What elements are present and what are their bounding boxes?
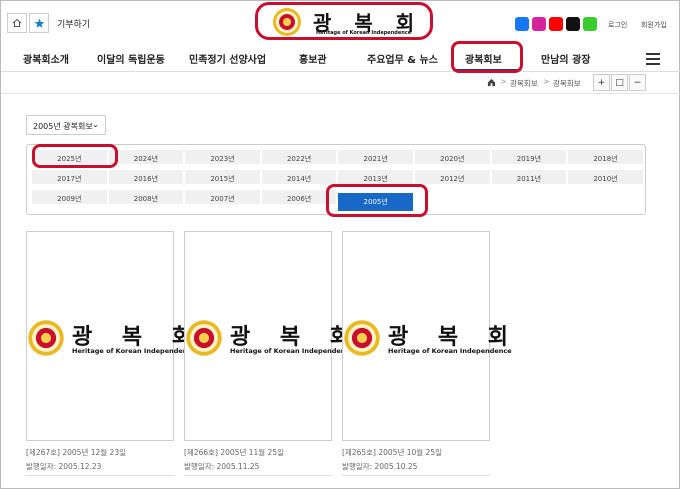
bulletin-card[interactable]: 광 복 회 Heritage of Korean Independence xyxy=(26,231,196,441)
youtube-icon[interactable] xyxy=(549,17,563,31)
site-logo[interactable]: 광 복 회 Heritage of Korean Independence xyxy=(255,2,433,40)
donate-link[interactable]: 기부하기 xyxy=(57,17,90,30)
zoom-out-button[interactable]: − xyxy=(629,74,646,91)
line-icon[interactable] xyxy=(583,17,597,31)
year-tab-2012[interactable]: 2012년 xyxy=(414,169,491,185)
login-link[interactable]: 로그인 xyxy=(608,20,627,30)
card-published-date: 발행일자: 2005.11.25 xyxy=(184,462,260,471)
year-tab-2019[interactable]: 2019년 xyxy=(490,149,568,165)
active-year-highlight-box xyxy=(326,184,428,217)
year-tab-2008[interactable]: 2008년 xyxy=(107,189,185,205)
year-tab-2011[interactable]: 2011년 xyxy=(490,169,568,185)
facebook-icon[interactable] xyxy=(515,17,529,31)
zoom-reset-button[interactable]: □ xyxy=(611,74,628,91)
star-icon xyxy=(34,18,44,28)
card-subtitle: Heritage of Korean Independence xyxy=(230,347,354,355)
year-select[interactable]: 2005년 광복회보 ⌄ xyxy=(26,115,106,135)
breadcrumb: > 광복회보 > 광복회보 + □ − xyxy=(1,72,680,94)
breadcrumb-current: 광복회보 xyxy=(553,79,581,88)
card-published-date: 발행일자: 2005.10.25 xyxy=(342,462,418,471)
home-icon[interactable] xyxy=(487,78,496,87)
year-select-value: 2005년 광복회보 xyxy=(33,122,93,131)
seal-icon xyxy=(28,320,64,356)
crumb-separator: > xyxy=(500,77,507,86)
nav-item-pr[interactable]: 홍보관 xyxy=(299,51,327,66)
home-button[interactable] xyxy=(7,13,27,33)
bulletin-card[interactable]: 광 복 회 Heritage of Korean Independence xyxy=(342,231,512,441)
card-published-date: 발행일자: 2005.12.23 xyxy=(26,462,102,471)
year-tab-2013[interactable]: 2013년 xyxy=(337,169,414,185)
bulletin-card[interactable]: 광 복 회 Heritage of Korean Independence xyxy=(184,231,354,441)
year-tab-2022[interactable]: 2022년 xyxy=(260,149,338,165)
seal-icon xyxy=(186,320,222,356)
crumb-separator: > xyxy=(543,77,550,86)
chevron-down-icon: ⌄ xyxy=(92,120,99,129)
year-tab-2016[interactable]: 2016년 xyxy=(107,169,185,185)
menu-icon[interactable] xyxy=(646,53,660,68)
main-nav: 광복회소개 이달의 독립운동 민족정기 선양사업 홍보관 주요업무 & 뉴스 광… xyxy=(1,45,680,72)
seal-icon xyxy=(273,8,301,36)
nav-highlight-box xyxy=(451,41,523,73)
card-divider xyxy=(342,475,490,476)
year-tab-2010[interactable]: 2010년 xyxy=(567,169,644,185)
home-icon xyxy=(12,18,22,27)
card-divider xyxy=(26,475,174,476)
card-issue[interactable]: [제265호] 2005년 10월 25일 xyxy=(342,447,442,458)
top-bar: 기부하기 광 복 회 Heritage of Korean Independen… xyxy=(1,1,680,45)
nav-item-monthly[interactable]: 이달의 독립운동 xyxy=(97,51,165,66)
year-tab-2015[interactable]: 2015년 xyxy=(184,169,261,185)
card-issue[interactable]: [제267호] 2005년 12월 23일 xyxy=(26,447,126,458)
card-issue[interactable]: [제266호] 2005년 11월 25일 xyxy=(184,447,284,458)
year-tab-2014[interactable]: 2014년 xyxy=(260,169,338,185)
nav-item-projects[interactable]: 민족정기 선양사업 xyxy=(189,51,266,66)
card-subtitle: Heritage of Korean Independence xyxy=(72,347,196,355)
year-highlight-box xyxy=(32,144,118,168)
year-tab-2017[interactable]: 2017년 xyxy=(31,169,108,185)
bookmark-button[interactable] xyxy=(29,13,49,33)
year-tab-2007[interactable]: 2007년 xyxy=(184,189,261,205)
card-divider xyxy=(184,475,332,476)
logo-subtitle: Heritage of Korean Independence xyxy=(316,30,412,36)
instagram-icon[interactable] xyxy=(532,17,546,31)
seal-icon xyxy=(344,320,380,356)
nav-item-plaza[interactable]: 만남의 광장 xyxy=(541,51,590,66)
year-tab-2020[interactable]: 2020년 xyxy=(414,149,491,165)
card-subtitle: Heritage of Korean Independence xyxy=(388,347,512,355)
zoom-in-button[interactable]: + xyxy=(593,74,610,91)
year-tab-2023[interactable]: 2023년 xyxy=(184,149,261,165)
year-tab-2018[interactable]: 2018년 xyxy=(567,149,644,165)
breadcrumb-item[interactable]: 광복회보 xyxy=(510,78,538,89)
year-tab-2021[interactable]: 2021년 xyxy=(337,149,414,165)
nav-item-news[interactable]: 주요업무 & 뉴스 xyxy=(367,51,438,66)
year-tab-2024[interactable]: 2024년 xyxy=(107,149,185,165)
year-tab-2009[interactable]: 2009년 xyxy=(31,189,108,205)
nav-item-about[interactable]: 광복회소개 xyxy=(23,51,69,66)
tiktok-icon[interactable] xyxy=(566,17,580,31)
signup-link[interactable]: 회원가입 xyxy=(641,20,667,30)
